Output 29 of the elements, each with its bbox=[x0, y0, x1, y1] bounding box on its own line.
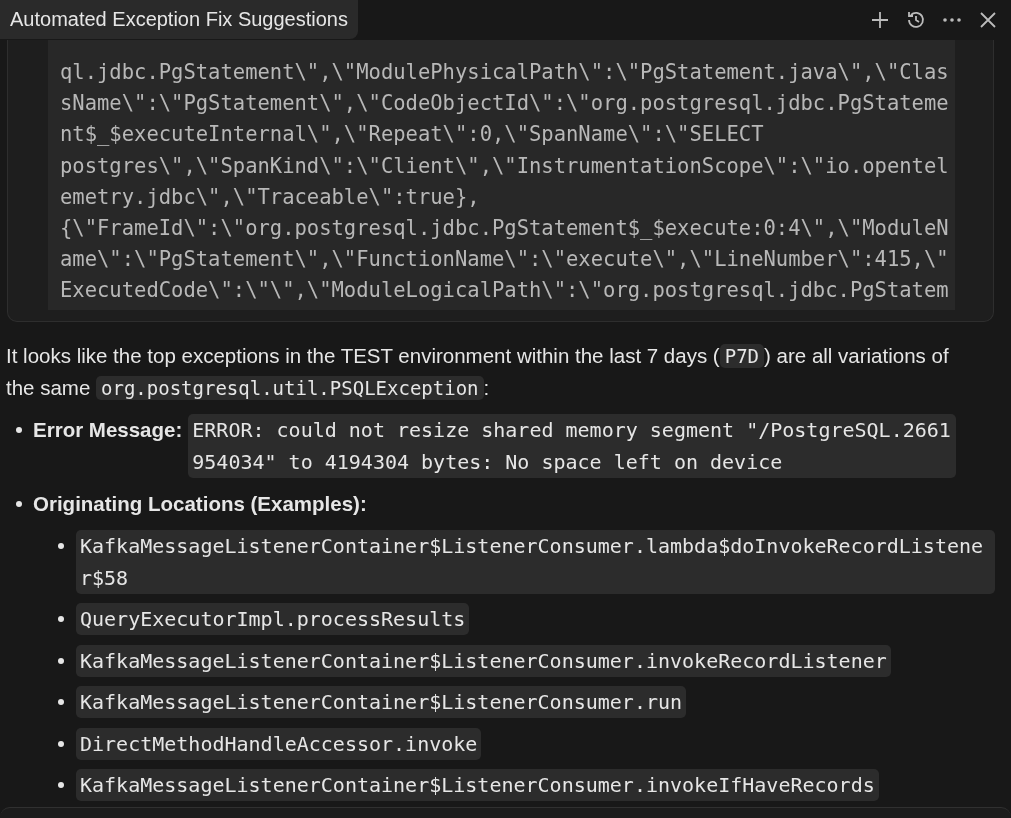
history-icon[interactable] bbox=[905, 9, 927, 31]
code-line: ExecutedCode\":\"\",\"ModuleLogicalPath\":\"org.postgresql.jdbc.PgStatem bbox=[60, 277, 949, 305]
response-paragraph: It looks like the top exceptions in the TEST environment within the last 7 days ( P7D ) are all variations of the same org.postgresql.util.PSQLException : bbox=[5, 343, 950, 402]
bullet-icon bbox=[16, 501, 22, 507]
location-code: KafkaMessageListenerContainer$ListenerConsumer.invokeRecordListener bbox=[76, 644, 891, 677]
error-message-code: ERROR: could not resize shared memory segment "/PostgreSQL.2661954034" to 4194304 bytes: No space left on device bbox=[188, 414, 957, 478]
location-code: QueryExecutorImpl.processResults bbox=[76, 603, 470, 635]
bullet-icon bbox=[16, 427, 22, 433]
location-code: DirectMethodHandleAccessor.invoke bbox=[76, 727, 482, 760]
bullet-icon bbox=[58, 740, 64, 747]
code-line: {\"FrameId\":\"org.postgresql.jdbc.PgStatement$_$execute:0:4\",\"ModuleN bbox=[60, 215, 949, 242]
bullet-icon bbox=[58, 616, 64, 622]
code-line: postgres\",\"SpanKind\":\"Client\",\"InstrumentationScope\":\"io.opentel bbox=[60, 152, 949, 180]
bullet-icon bbox=[58, 657, 64, 664]
location-code: KafkaMessageListenerContainer$ListenerConsumer.lambda$doInvokeRecordListener$58 bbox=[76, 529, 995, 594]
bullet-label: Originating Locations (Examples): bbox=[33, 492, 367, 515]
bullet-icon bbox=[58, 699, 64, 705]
bullet-icon bbox=[58, 782, 64, 788]
code-line: ame\":\"PgStatement\",\"FunctionName\":\"execute\",\"LineNumber\":415,\" bbox=[60, 246, 949, 274]
plus-icon[interactable] bbox=[869, 9, 891, 31]
code-line: sName\":\"PgStatement\",\"CodeObjectId\":\"org.postgresql.jdbc.PgStateme bbox=[60, 90, 949, 118]
location-code: KafkaMessageListenerContainer$ListenerConsumer.run bbox=[76, 686, 687, 718]
code-line: nt$_$executeInternal\",\"Repeat\":0,\"SpanName\":\"SELECT bbox=[60, 121, 764, 149]
bullet-label: Error Message: bbox=[33, 418, 183, 441]
location-code: KafkaMessageListenerContainer$ListenerConsumer.invokeIfHaveRecords bbox=[76, 769, 879, 801]
code-line: ql.jdbc.PgStatement\",\"ModulePhysicalPath\":\"PgStatement.java\",\"Clas bbox=[60, 59, 949, 86]
window-title: Automated Exception Fix Suggestions bbox=[0, 0, 358, 39]
bullet-icon bbox=[58, 542, 64, 549]
code-line: emetry.jdbc\",\"Traceable\":true}, bbox=[60, 183, 480, 211]
